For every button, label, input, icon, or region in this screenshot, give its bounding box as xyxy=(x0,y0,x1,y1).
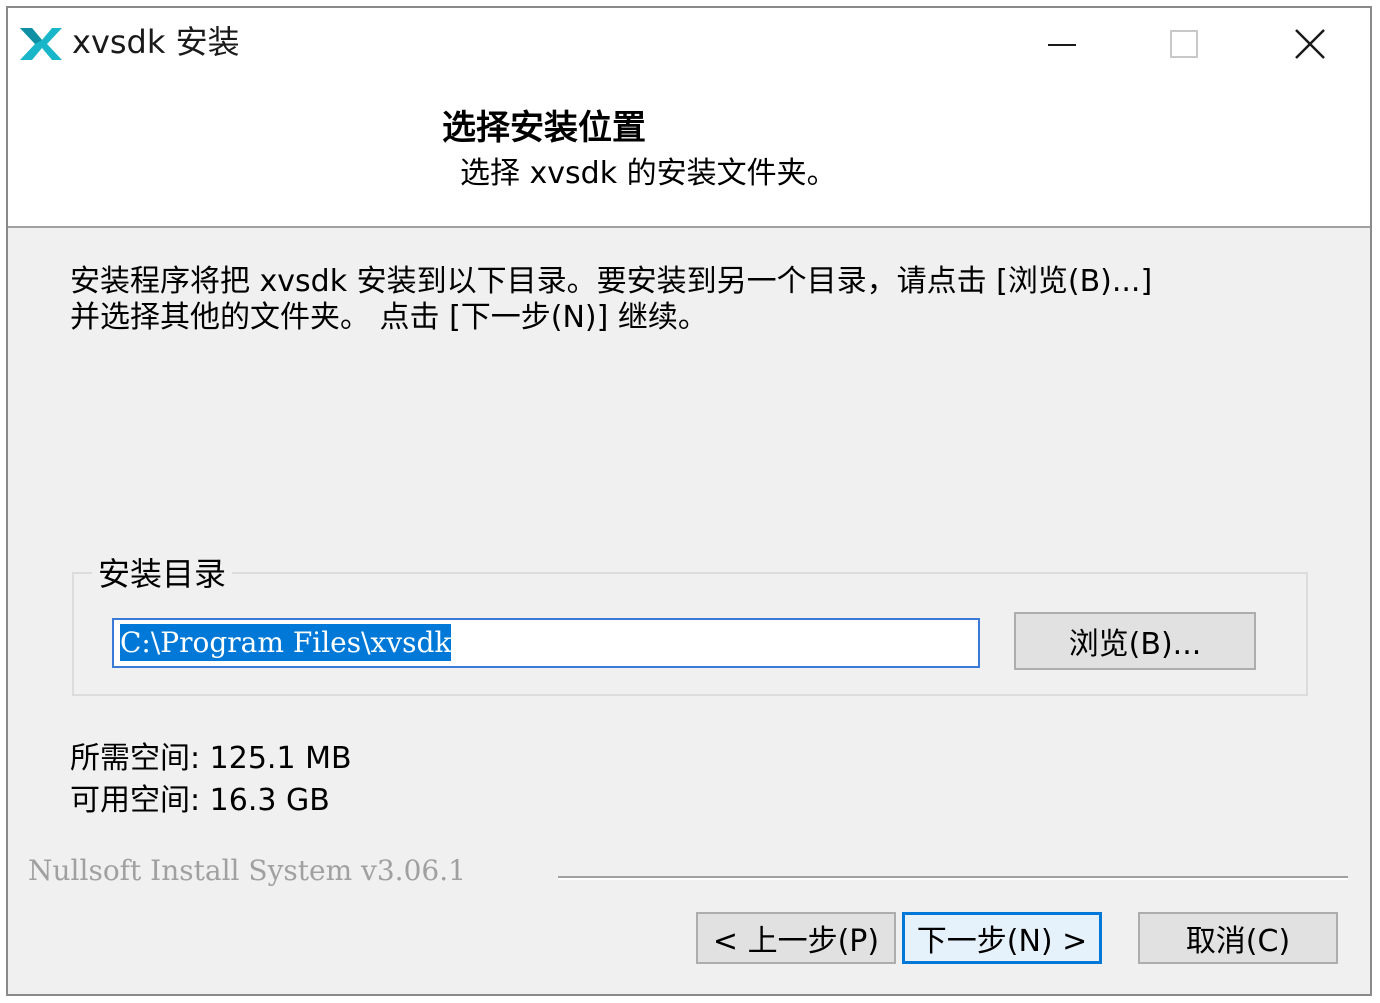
space-available: 可用空间: 16.3 GB xyxy=(70,783,330,818)
title-bar[interactable]: xvsdk 安装 xyxy=(8,8,1370,80)
next-button[interactable]: 下一步(N) > xyxy=(902,912,1102,964)
install-path-value: C:\Program Files\xvsdk xyxy=(120,624,452,661)
close-button[interactable] xyxy=(1250,8,1370,80)
page-header: 选择安装位置 选择 xvsdk 的安装文件夹。 xyxy=(8,80,1370,228)
install-directory-label: 安装目录 xyxy=(92,554,233,594)
intro-line-1: 安装程序将把 xvsdk 安装到以下目录。要安装到另一个目录，请点击 [浏览(B… xyxy=(70,264,1153,299)
page-title: 选择安装位置 xyxy=(442,108,646,148)
cancel-button[interactable]: 取消(C) xyxy=(1138,912,1338,964)
intro-text: 安装程序将把 xvsdk 安装到以下目录。要安装到另一个目录，请点击 [浏览(B… xyxy=(70,264,1320,336)
minimize-button[interactable] xyxy=(1002,8,1122,80)
minimize-icon xyxy=(1048,44,1076,46)
maximize-button[interactable] xyxy=(1124,8,1244,80)
nsis-branding: Nullsoft Install System v3.06.1 xyxy=(28,854,480,887)
close-icon xyxy=(1295,29,1325,59)
install-path-input[interactable]: C:\Program Files\xvsdk xyxy=(112,618,980,668)
space-required: 所需空间: 125.1 MB xyxy=(70,741,352,776)
maximize-icon xyxy=(1170,30,1198,58)
back-button[interactable]: < 上一步(P) xyxy=(696,912,896,964)
browse-button[interactable]: 浏览(B)... xyxy=(1014,612,1256,670)
page-subtitle: 选择 xvsdk 的安装文件夹。 xyxy=(460,156,837,191)
intro-line-2: 并选择其他的文件夹。 点击 [下一步(N)] 继续。 xyxy=(70,300,708,335)
space-info: 所需空间: 125.1 MB 可用空间: 16.3 GB xyxy=(70,738,352,822)
installer-window: xvsdk 安装 选择安装位置 选择 xvsdk 的安装文件夹。 安装程序将把 … xyxy=(6,6,1372,996)
window-title: xvsdk 安装 xyxy=(72,23,240,61)
xvsdk-logo-icon xyxy=(20,28,62,60)
footer-divider xyxy=(558,876,1348,880)
